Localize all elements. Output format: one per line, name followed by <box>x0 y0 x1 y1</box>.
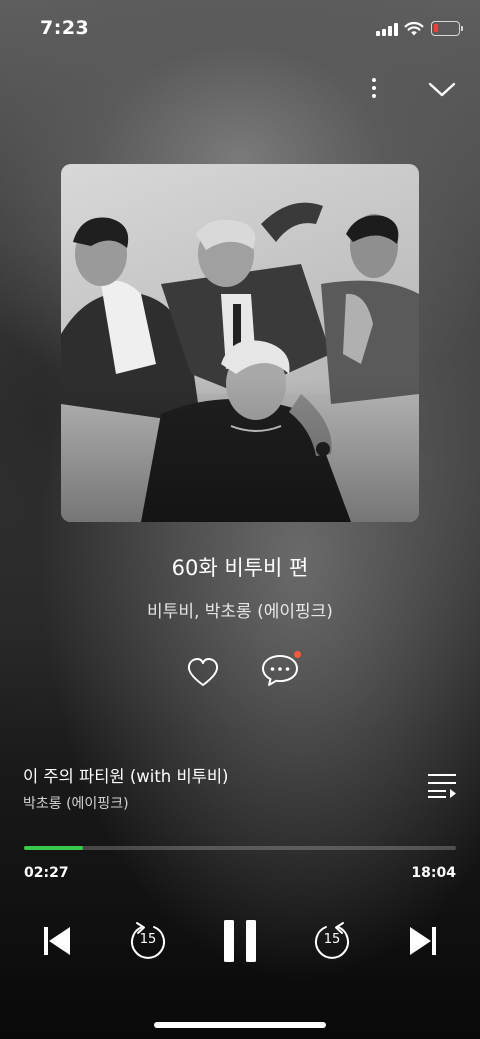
cellular-signal-icon <box>376 23 398 36</box>
chevron-down-icon[interactable] <box>426 78 458 100</box>
wifi-icon <box>404 21 424 36</box>
status-time: 7:23 <box>40 17 90 39</box>
more-options-button[interactable] <box>362 74 386 102</box>
progress-bar[interactable] <box>24 846 456 850</box>
pause-icon[interactable] <box>222 918 258 964</box>
chat-bubble-icon[interactable] <box>260 652 300 688</box>
skip-next-icon[interactable] <box>408 924 438 958</box>
playlist-icon[interactable] <box>426 771 458 799</box>
comment-badge <box>294 651 301 658</box>
forward-15-button[interactable]: 15 <box>312 920 352 962</box>
player-screen: 7:23 60화 비투비 편 비투비, 박초롱 (에이핑크) 이 주의 파티원 … <box>0 0 480 1039</box>
track-artist: 박초롱 (에이핑크) <box>23 796 129 812</box>
forward-seconds: 15 <box>323 932 341 947</box>
rewind-seconds: 15 <box>139 932 157 947</box>
battery-level <box>434 24 438 32</box>
battery-icon <box>431 21 463 36</box>
rewind-15-button[interactable]: 15 <box>128 920 168 962</box>
home-indicator[interactable] <box>154 1022 326 1028</box>
elapsed-time: 02:27 <box>24 865 69 881</box>
skip-previous-icon[interactable] <box>42 924 72 958</box>
total-time: 18:04 <box>411 865 456 881</box>
episode-artist[interactable]: 비투비, 박초롱 (에이핑크) <box>0 597 480 622</box>
heart-outline-icon[interactable] <box>186 656 220 688</box>
episode-title: 60화 비투비 편 <box>171 556 309 580</box>
progress-fill <box>24 846 83 850</box>
album-art <box>61 164 419 522</box>
track-title: 이 주의 파티원 (with 비투비) <box>23 767 229 786</box>
